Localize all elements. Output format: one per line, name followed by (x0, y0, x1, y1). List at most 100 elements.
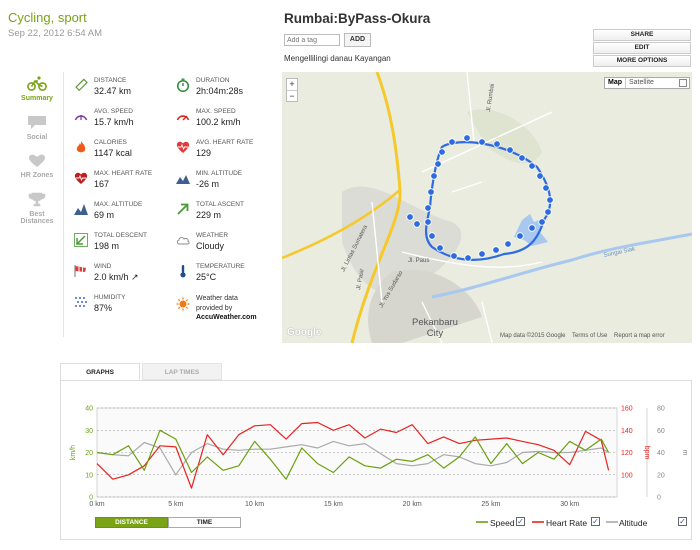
y-left-tick-label: 30 (85, 428, 93, 435)
edit-button[interactable]: EDIT (593, 42, 691, 54)
stat-weather: WEATHER Cloudy (176, 232, 276, 262)
altitude-checkbox[interactable]: ✓ (678, 517, 687, 526)
cloud-icon (176, 237, 190, 245)
thermometer-icon (180, 265, 186, 278)
stat-value: Cloudy (196, 241, 225, 251)
stat-value: 229 m (196, 210, 222, 220)
heart-pulse-icon (176, 141, 190, 153)
tab-lap-times[interactable]: LAP TIMES (142, 363, 222, 380)
x-tick-label: 25 km (481, 501, 500, 508)
map-type-map[interactable]: Map (605, 78, 626, 88)
legend-speed: Speed (490, 518, 515, 528)
nav-hr-zones[interactable]: HR Zones (14, 153, 60, 179)
weather-credit-line2: provided by (196, 304, 233, 312)
nav-summary[interactable]: Summary (14, 76, 60, 102)
stat-value: -26 m (196, 179, 220, 189)
stat-value: 167 (94, 179, 110, 189)
arrow-up-right-icon (177, 203, 189, 215)
route-map[interactable]: Jl. Lintas Sumatera Jl. Rumbai Jl. Pasir… (282, 72, 692, 343)
y-left-axis-label: km/h (70, 445, 77, 460)
mountain-min-icon (176, 175, 190, 184)
stat-avg-heart-rate: AVG. HEART RATE 129 (176, 139, 276, 169)
speed-legend-swatch (476, 521, 488, 523)
stat-label: TEMPERATURE (196, 263, 245, 270)
stat-calories: CALORIES 1147 kcal (74, 139, 174, 169)
y-far-right-axis-label: m (681, 450, 688, 456)
heart-icon (28, 154, 46, 167)
stat-label: MAX. HEART RATE (94, 170, 153, 177)
stat-label: CALORIES (94, 139, 127, 146)
stat-label: MAX. ALTITUDE (94, 201, 143, 208)
speed-checkbox[interactable]: ✓ (516, 517, 525, 526)
city-label: Pekanbaru City (412, 317, 458, 339)
stat-label: WEATHER (196, 232, 229, 239)
stat-max-heart-rate: MAX. HEART RATE 167 (74, 170, 174, 200)
nav-summary-label: Summary (21, 95, 53, 102)
map-zoom-control[interactable]: + − (286, 78, 298, 102)
map-canvas[interactable]: Jl. Lintas Sumatera Jl. Rumbai Jl. Pasir… (282, 72, 692, 343)
x-tick-label: 5 km (168, 501, 183, 508)
google-logo: Google (287, 327, 322, 338)
weather-credit-line1: Weather data (196, 295, 238, 302)
stat-value: 100.2 km/h (196, 117, 241, 127)
stat-label: DURATION (196, 77, 230, 84)
stat-total-descent: TOTAL DESCENT 198 m (74, 232, 174, 262)
zoom-in-button[interactable]: + (287, 79, 297, 91)
flame-icon (76, 141, 86, 153)
stat-value: 87% (94, 303, 113, 313)
map-data-credit: Map data ©2015 Google (500, 333, 566, 339)
y-far-right-tick-label: 20 (657, 472, 665, 479)
map-report-link[interactable]: Report a map error (614, 333, 665, 339)
fullscreen-icon[interactable] (679, 79, 687, 87)
heart-rate-legend-swatch (532, 521, 544, 523)
nav-hr-zones-label: HR Zones (20, 172, 54, 179)
arrow-down-left-icon (74, 233, 88, 247)
add-tag-button[interactable]: ADD (344, 33, 371, 47)
nav-best-distances-label: Best Distances (20, 211, 54, 225)
comment-icon (28, 116, 46, 129)
stat-humidity: HUMIDITY 87% (74, 294, 174, 324)
bike-icon (27, 76, 47, 91)
trophy-icon (28, 192, 46, 207)
activity-date: Sep 22, 2012 6:54 AM (8, 28, 103, 39)
tag-input[interactable] (284, 34, 340, 46)
y-right-tick-label: 100 (621, 472, 633, 479)
speedometer-max-icon (176, 115, 190, 121)
activity-type: Cycling, sport (8, 10, 87, 25)
map-type-toggle[interactable]: Map Satellite (604, 77, 690, 89)
nav-best-distances[interactable]: Best Distances (14, 192, 60, 225)
mountain-max-icon (74, 204, 88, 215)
humidity-icon (75, 297, 87, 307)
stat-distance: DISTANCE 32.47 km (74, 77, 174, 107)
x-tick-label: 10 km (245, 501, 264, 508)
weather-credit[interactable]: Weather data provided by AccuWeather.com (176, 294, 276, 326)
heart-rate-checkbox[interactable]: ✓ (591, 517, 600, 526)
road-label: Jl. Paus (408, 258, 429, 264)
legend-altitude: Altitude (619, 518, 648, 528)
y-right-tick-label: 120 (621, 450, 633, 457)
nav-social[interactable]: Social (14, 115, 60, 141)
distance-toggle[interactable]: DISTANCE (95, 517, 168, 528)
stat-label: AVG. HEART RATE (196, 139, 254, 146)
windsock-icon (74, 265, 86, 277)
activity-chart[interactable]: 0102030401001201401600204060800 km 5 km 10… (61, 381, 693, 511)
map-type-satellite[interactable]: Satellite (626, 78, 657, 88)
weather-credit-link[interactable]: AccuWeather.com (196, 313, 257, 323)
chart-tabs: GRAPHS LAP TIMES (60, 363, 692, 380)
stat-label: AVG. SPEED (94, 108, 133, 115)
zoom-out-button[interactable]: − (287, 91, 297, 102)
stat-avg-speed: AVG. SPEED 15.7 km/h (74, 108, 174, 138)
tab-graphs[interactable]: GRAPHS (60, 363, 140, 380)
share-button[interactable]: SHARE (593, 29, 691, 41)
stopwatch-icon (176, 78, 190, 92)
map-terms-link[interactable]: Terms of Use (572, 333, 607, 339)
stat-value: 2h:04m:28s (196, 86, 244, 96)
stat-label: DISTANCE (94, 77, 127, 84)
stat-wind: WIND 2.0 km/h ↗ (74, 263, 174, 293)
stat-label: MIN. ALTITUDE (196, 170, 243, 177)
nav-social-label: Social (26, 134, 48, 141)
time-toggle[interactable]: TIME (168, 517, 241, 528)
y-right-axis-label: bpm (643, 446, 650, 460)
route-title[interactable]: Rumbai:ByPass-Okura (284, 11, 430, 26)
more-options-button[interactable]: MORE OPTIONS (593, 55, 691, 67)
